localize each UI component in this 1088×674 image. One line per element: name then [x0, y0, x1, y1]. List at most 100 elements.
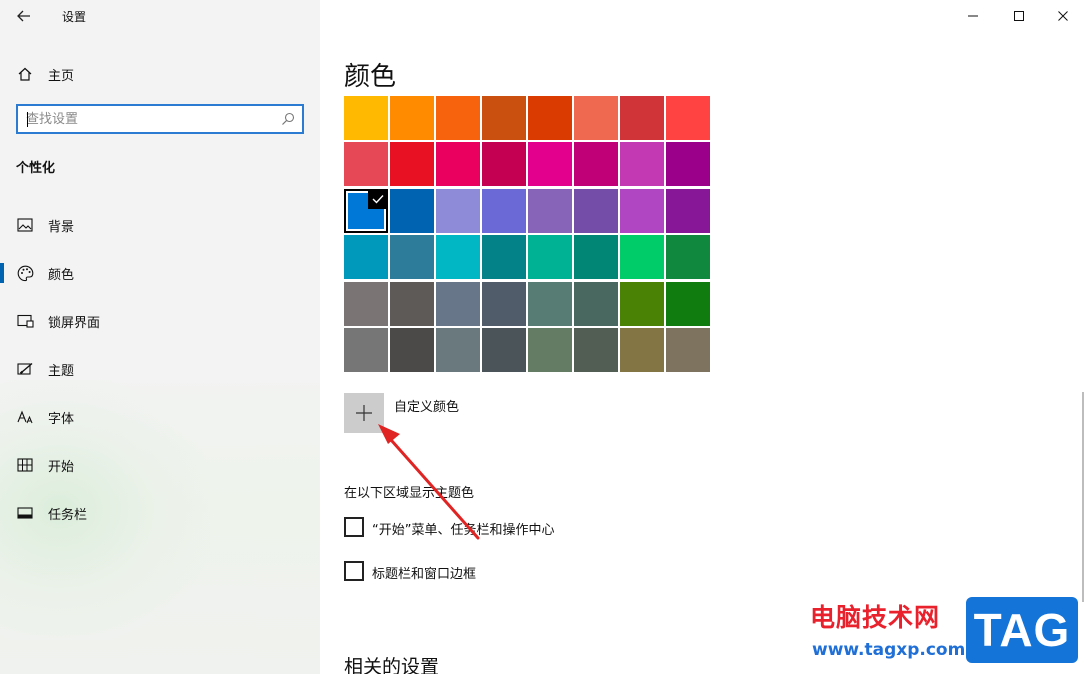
- color-swatch[interactable]: [344, 235, 388, 280]
- sidebar: 设置 主页 个性化 背景 颜色 锁屏界面 主题: [0, 0, 320, 674]
- taskbar-icon: [16, 504, 34, 522]
- minimize-button[interactable]: [950, 0, 996, 32]
- back-arrow-icon: [17, 10, 30, 22]
- color-swatch[interactable]: [666, 142, 710, 187]
- search-input[interactable]: [26, 110, 276, 128]
- color-swatch[interactable]: [528, 281, 572, 326]
- color-swatch[interactable]: [482, 188, 526, 233]
- color-swatch[interactable]: [390, 96, 434, 140]
- color-swatch[interactable]: [528, 188, 572, 233]
- color-swatch[interactable]: [574, 327, 618, 372]
- theme-brush-icon: [16, 360, 34, 378]
- color-swatch[interactable]: [620, 142, 664, 187]
- start-grid-icon: [16, 456, 34, 474]
- color-swatch[interactable]: [482, 327, 526, 372]
- maximize-button[interactable]: [996, 0, 1042, 32]
- text-caret: [27, 112, 28, 127]
- color-swatch[interactable]: [574, 96, 618, 140]
- color-swatch[interactable]: [528, 96, 572, 140]
- title-bars-checkbox[interactable]: [344, 561, 364, 581]
- color-swatch[interactable]: [390, 235, 434, 280]
- sidebar-item-background[interactable]: 背景: [0, 205, 320, 245]
- sidebar-item-lock-screen[interactable]: 锁屏界面: [0, 301, 320, 341]
- sidebar-item-label: 颜色: [48, 267, 75, 283]
- color-swatch[interactable]: [390, 327, 434, 372]
- search-icon[interactable]: [280, 111, 296, 127]
- home-icon: [16, 65, 34, 83]
- annotation-arrow: [378, 424, 480, 540]
- sidebar-item-label: 开始: [48, 459, 75, 475]
- color-swatch[interactable]: [344, 96, 388, 140]
- minimize-icon: [968, 15, 978, 17]
- color-swatch[interactable]: [620, 96, 664, 140]
- page-title: 颜色: [344, 62, 397, 92]
- checkmark-icon: [368, 188, 388, 209]
- color-swatch[interactable]: [574, 142, 618, 187]
- watermark-text: 电脑技术网: [810, 603, 941, 632]
- color-swatch[interactable]: [620, 235, 664, 280]
- color-swatch[interactable]: [528, 327, 572, 372]
- sidebar-item-fonts[interactable]: 字体: [0, 397, 320, 437]
- app-title: 设置: [62, 10, 87, 24]
- sidebar-item-taskbar[interactable]: 任务栏: [0, 493, 320, 533]
- start-taskbar-action-center-checkbox[interactable]: [344, 517, 364, 537]
- color-swatch[interactable]: [528, 142, 572, 187]
- sidebar-item-home[interactable]: 主页: [0, 58, 320, 90]
- back-button[interactable]: [10, 4, 38, 28]
- custom-color-label: 自定义颜色: [394, 400, 460, 415]
- color-swatch[interactable]: [436, 235, 480, 280]
- sidebar-item-label: 任务栏: [48, 507, 88, 523]
- color-swatch[interactable]: [390, 142, 434, 187]
- color-swatch[interactable]: [666, 188, 710, 233]
- color-swatch[interactable]: [574, 235, 618, 280]
- color-swatch[interactable]: [482, 142, 526, 187]
- close-icon: [1058, 11, 1068, 21]
- color-swatch[interactable]: [436, 188, 480, 233]
- color-swatch[interactable]: [482, 235, 526, 280]
- color-swatch[interactable]: [620, 281, 664, 326]
- color-swatch[interactable]: [666, 327, 710, 372]
- color-swatch[interactable]: [390, 281, 434, 326]
- color-swatch[interactable]: [436, 96, 480, 140]
- sidebar-item-label: 主题: [48, 363, 75, 379]
- color-swatch[interactable]: [436, 327, 480, 372]
- sidebar-item-label: 主页: [48, 68, 75, 84]
- watermark-badge-text: TAG: [973, 604, 1071, 656]
- color-swatch[interactable]: [344, 327, 388, 372]
- sidebar-item-themes[interactable]: 主题: [0, 349, 320, 389]
- lock-screen-icon: [16, 312, 34, 330]
- sidebar-item-label: 字体: [48, 411, 75, 427]
- color-swatch[interactable]: [666, 235, 710, 280]
- color-swatch[interactable]: [344, 188, 388, 233]
- color-swatch[interactable]: [482, 281, 526, 326]
- watermark-url: www.tagxp.com: [812, 640, 966, 660]
- color-swatch[interactable]: [390, 188, 434, 233]
- color-swatch[interactable]: [528, 235, 572, 280]
- color-swatch[interactable]: [620, 327, 664, 372]
- palette-icon: [16, 264, 34, 282]
- color-swatch[interactable]: [666, 96, 710, 140]
- font-icon: [16, 408, 34, 426]
- section-title: 个性化: [16, 161, 56, 176]
- color-swatch[interactable]: [574, 281, 618, 326]
- watermark-badge: TAG: [966, 597, 1078, 663]
- color-swatch[interactable]: [436, 281, 480, 326]
- related-settings-heading: 相关的设置: [344, 656, 440, 674]
- sidebar-item-label: 锁屏界面: [48, 315, 101, 331]
- color-swatch[interactable]: [482, 96, 526, 140]
- color-swatch[interactable]: [620, 188, 664, 233]
- sidebar-item-colors[interactable]: 颜色: [0, 253, 320, 293]
- color-swatch[interactable]: [666, 281, 710, 326]
- color-swatch[interactable]: [344, 142, 388, 187]
- checkbox-label: 标题栏和窗口边框: [372, 567, 477, 582]
- sidebar-item-start[interactable]: 开始: [0, 445, 320, 485]
- search-box[interactable]: [16, 104, 304, 134]
- color-swatch[interactable]: [436, 142, 480, 187]
- color-swatch[interactable]: [574, 188, 618, 233]
- scrollbar[interactable]: [1082, 392, 1084, 602]
- maximize-icon: [1014, 11, 1024, 21]
- close-button[interactable]: [1040, 0, 1086, 32]
- color-swatch[interactable]: [344, 281, 388, 326]
- sidebar-item-label: 背景: [48, 219, 75, 235]
- color-swatch-grid: [344, 96, 712, 372]
